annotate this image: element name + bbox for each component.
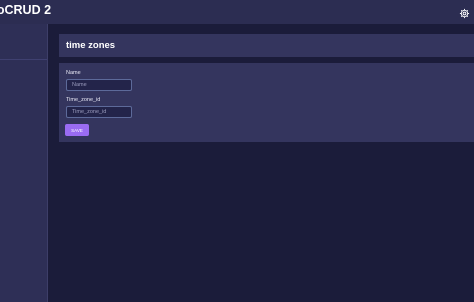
settings-button[interactable] (459, 6, 470, 19)
form-card: Name Time_zone_id SAVE (59, 63, 474, 142)
page-header: time zones (59, 34, 474, 57)
time-zone-id-label: Time_zone_id (66, 97, 101, 103)
gear-icon (459, 8, 470, 19)
save-button[interactable]: SAVE (65, 124, 89, 136)
page-title: time zones (66, 40, 116, 51)
sidebar: t (0, 24, 48, 302)
app-title: roCRUD 2 (0, 3, 52, 17)
name-label: Name (66, 70, 81, 76)
top-bar: roCRUD 2 (0, 0, 474, 24)
time-zone-id-input[interactable] (66, 106, 132, 118)
sidebar-item-time-zones[interactable]: t (0, 24, 47, 60)
name-input[interactable] (66, 79, 132, 91)
